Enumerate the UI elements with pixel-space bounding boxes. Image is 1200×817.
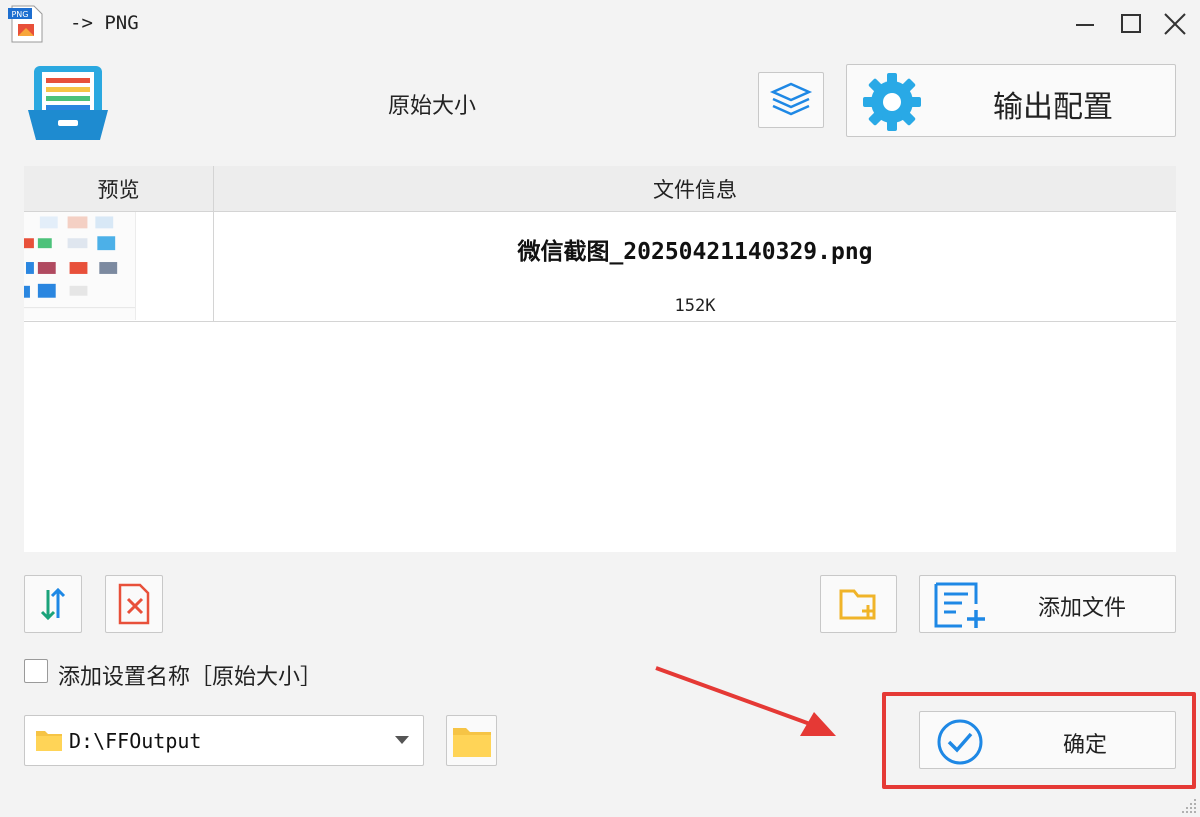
file-thumbnail (24, 212, 136, 320)
output-config-label: 输出配置 (993, 90, 1113, 125)
add-file-button[interactable]: 添加文件 (919, 575, 1176, 633)
window-title: -> PNG (70, 12, 139, 34)
add-setting-name-checkbox[interactable] (24, 659, 48, 683)
output-tray-logo (28, 66, 108, 140)
maximize-button[interactable] (1114, 8, 1148, 40)
add-setting-name-label[interactable]: 添加设置名称［原始大小］ (58, 659, 322, 691)
preset-title: 原始大小 (388, 94, 477, 119)
file-row[interactable]: 微信截图_20250421140329.png 152K (24, 212, 1176, 322)
maximize-icon (1121, 14, 1141, 33)
layers-icon (769, 82, 813, 116)
check-circle-icon (937, 719, 983, 765)
title-bar: PNG -> PNG (0, 0, 1200, 48)
delete-file-icon (118, 583, 150, 625)
output-path-select[interactable]: D:\FFOutput (24, 715, 424, 766)
sort-arrows-icon (40, 587, 66, 621)
app-icon-badge: PNG (11, 10, 28, 19)
browse-folder-button[interactable] (446, 715, 497, 766)
app-icon: PNG (8, 5, 43, 43)
close-button[interactable] (1158, 8, 1192, 40)
add-folder-icon (839, 589, 875, 620)
minimize-icon (1076, 24, 1094, 26)
column-header-preview[interactable]: 预览 (24, 166, 214, 212)
confirm-label: 确定 (1063, 733, 1108, 758)
file-size: 152K (674, 296, 716, 316)
output-path-value: D:\FFOutput (69, 729, 202, 753)
clear-files-button[interactable] (105, 575, 163, 633)
add-folder-button[interactable] (820, 575, 897, 633)
minimize-button[interactable] (1068, 8, 1102, 40)
add-file-label: 添加文件 (1038, 596, 1127, 621)
confirm-button[interactable]: 确定 (919, 711, 1176, 769)
chevron-down-icon (395, 736, 409, 744)
sort-button[interactable] (24, 575, 82, 633)
file-name: 微信截图_20250421140329.png (517, 239, 873, 265)
resize-grip[interactable] (1178, 795, 1198, 815)
folder-icon (452, 727, 491, 757)
close-icon (1164, 13, 1186, 35)
column-header-file-info[interactable]: 文件信息 (214, 166, 1176, 212)
annotation-arrow (655, 666, 836, 736)
output-config-button[interactable]: 输出配置 (846, 64, 1176, 137)
layers-button[interactable] (758, 72, 824, 128)
folder-icon (36, 731, 62, 751)
gear-icon (863, 73, 921, 131)
file-list[interactable]: 预览 文件信息 微信截图_20250421140329.png 152K (24, 166, 1176, 552)
header: 原始大小 输出配置 (0, 48, 1200, 166)
add-list-icon (934, 582, 985, 628)
